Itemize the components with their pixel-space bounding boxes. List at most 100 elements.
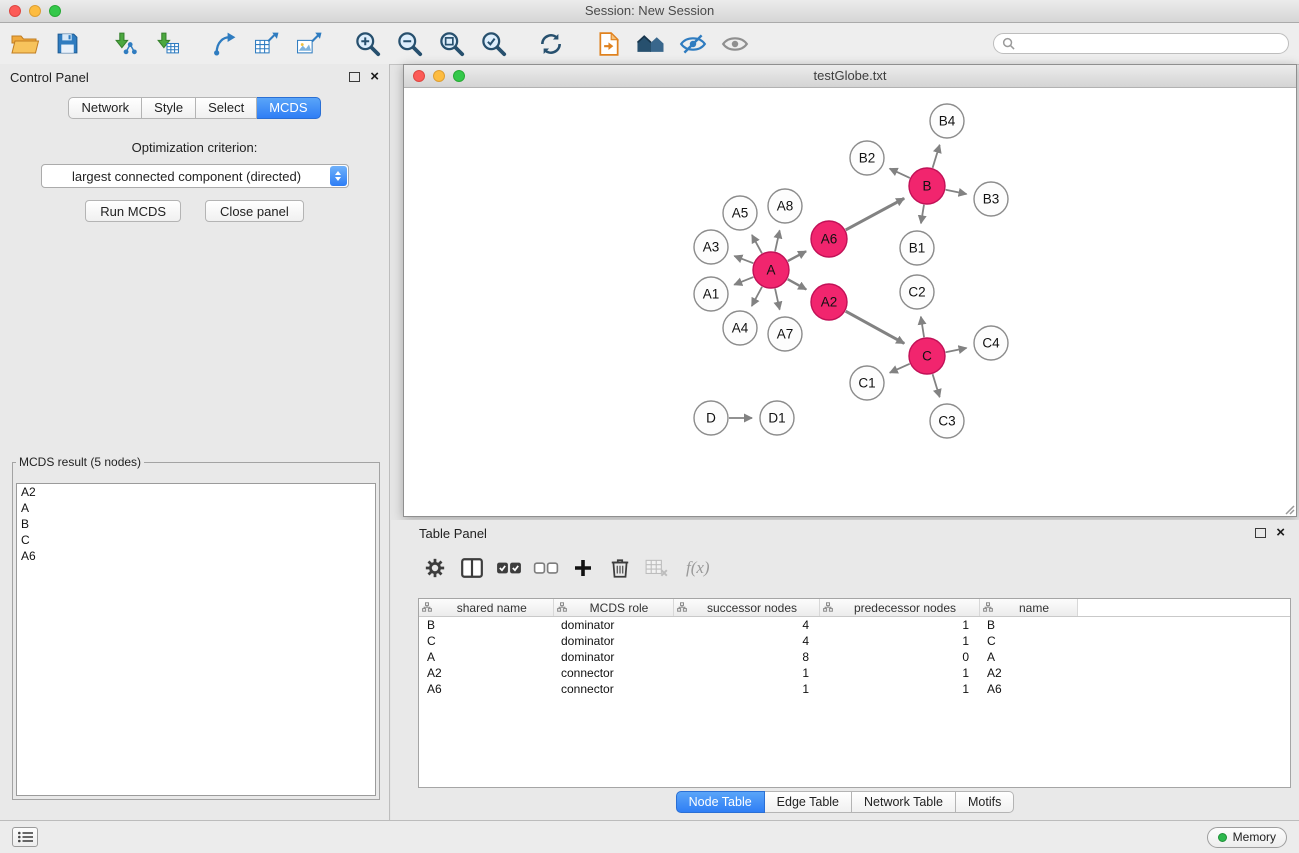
node-A1[interactable]: A1 [694, 277, 728, 311]
edge-A-A8[interactable] [775, 230, 780, 251]
show-columns-button[interactable] [458, 554, 486, 582]
table-cell[interactable]: connector [553, 665, 673, 681]
node-A3[interactable]: A3 [694, 230, 728, 264]
network-home-button[interactable] [634, 26, 668, 62]
table-cell[interactable]: 4 [673, 633, 819, 649]
mcds-result-list[interactable]: A2ABCA6 [16, 483, 376, 796]
node-C[interactable]: C [909, 338, 945, 374]
mcds-result-item[interactable]: B [17, 516, 375, 532]
mcds-result-item[interactable]: A2 [17, 484, 375, 500]
table-row[interactable]: A2connector11A2 [419, 665, 1290, 681]
deselect-all-button[interactable] [532, 554, 560, 582]
node-B2[interactable]: B2 [850, 141, 884, 175]
edge-C-C1[interactable] [890, 364, 910, 373]
resize-grip-icon[interactable] [1283, 503, 1295, 515]
memory-button[interactable]: Memory [1207, 827, 1287, 848]
float-table-panel-icon[interactable] [1255, 528, 1266, 538]
close-panel-icon[interactable]: × [370, 71, 379, 83]
import-table-button[interactable] [150, 26, 184, 62]
node-C2[interactable]: C2 [900, 275, 934, 309]
table-cell[interactable]: A2 [419, 665, 553, 681]
node-C1[interactable]: C1 [850, 366, 884, 400]
float-panel-icon[interactable] [349, 72, 360, 82]
export-network-button[interactable] [208, 26, 242, 62]
table-cell[interactable]: B [419, 617, 553, 634]
edge-C-C2[interactable] [921, 317, 924, 338]
mcds-result-item[interactable]: A [17, 500, 375, 516]
table-cell[interactable]: 1 [819, 681, 979, 697]
node-B3[interactable]: B3 [974, 182, 1008, 216]
table-tab-edge-table[interactable]: Edge Table [765, 791, 852, 813]
edge-A-A6[interactable] [788, 251, 806, 261]
mcds-result-item[interactable]: C [17, 532, 375, 548]
column-header-name[interactable]: name [979, 599, 1077, 617]
table-cell[interactable]: 8 [673, 649, 819, 665]
table-row[interactable]: A6connector11A6 [419, 681, 1290, 697]
node-A5[interactable]: A5 [723, 196, 757, 230]
refresh-layout-button[interactable] [534, 26, 568, 62]
table-cell[interactable]: dominator [553, 649, 673, 665]
delete-column-button[interactable] [606, 554, 634, 582]
table-cell[interactable]: 1 [819, 617, 979, 634]
search-input[interactable] [1020, 36, 1280, 52]
mcds-result-item[interactable]: A6 [17, 548, 375, 564]
zoom-selected-button[interactable] [476, 26, 510, 62]
add-column-button[interactable] [569, 554, 597, 582]
table-cell[interactable]: dominator [553, 617, 673, 634]
node-A8[interactable]: A8 [768, 189, 802, 223]
table-cell[interactable]: 0 [819, 649, 979, 665]
table-cell[interactable]: 1 [673, 665, 819, 681]
table-cell[interactable]: 1 [819, 665, 979, 681]
table-cell[interactable]: A2 [979, 665, 1077, 681]
node-C3[interactable]: C3 [930, 404, 964, 438]
table-settings-button[interactable] [421, 554, 449, 582]
node-A7[interactable]: A7 [768, 317, 802, 351]
table-cell[interactable]: 4 [673, 617, 819, 634]
table-cell[interactable]: B [979, 617, 1077, 634]
run-mcds-button[interactable]: Run MCDS [85, 200, 181, 222]
tab-select[interactable]: Select [196, 97, 257, 119]
node-D[interactable]: D [694, 401, 728, 435]
column-header-shared-name[interactable]: shared name [419, 599, 553, 617]
open-session-button[interactable] [8, 26, 42, 62]
tab-mcds[interactable]: MCDS [257, 97, 320, 119]
table-row[interactable]: Cdominator41C [419, 633, 1290, 649]
table-cell[interactable]: A6 [419, 681, 553, 697]
node-B1[interactable]: B1 [900, 231, 934, 265]
table-cell[interactable]: 1 [819, 633, 979, 649]
zoom-in-button[interactable] [350, 26, 384, 62]
edge-C-C3[interactable] [933, 374, 940, 397]
edge-A-A1[interactable] [734, 277, 753, 285]
table-cell[interactable]: A [419, 649, 553, 665]
node-table-grid[interactable]: shared nameMCDS rolesuccessor nodesprede… [419, 599, 1290, 697]
edge-A-A4[interactable] [752, 287, 762, 306]
export-table-button[interactable] [250, 26, 284, 62]
node-D1[interactable]: D1 [760, 401, 794, 435]
task-history-button[interactable] [12, 827, 38, 847]
edge-C-C4[interactable] [946, 348, 967, 352]
zoom-fit-button[interactable] [434, 26, 468, 62]
node-A[interactable]: A [753, 252, 789, 288]
import-network-button[interactable] [108, 26, 142, 62]
column-header-successor-nodes[interactable]: successor nodes [673, 599, 819, 617]
table-row[interactable]: Adominator80A [419, 649, 1290, 665]
column-header-predecessor-nodes[interactable]: predecessor nodes [819, 599, 979, 617]
close-table-panel-icon[interactable]: × [1276, 527, 1285, 539]
edge-A-A5[interactable] [752, 235, 762, 253]
table-cell[interactable]: A [979, 649, 1077, 665]
hide-view-button[interactable] [676, 26, 710, 62]
edge-A-A2[interactable] [788, 279, 807, 289]
edge-B-B1[interactable] [921, 205, 924, 224]
table-cell[interactable]: C [979, 633, 1077, 649]
show-view-button[interactable] [718, 26, 752, 62]
table-row[interactable]: Bdominator41B [419, 617, 1290, 634]
tab-network[interactable]: Network [68, 97, 142, 119]
node-A2[interactable]: A2 [811, 284, 847, 320]
table-cell[interactable]: connector [553, 681, 673, 697]
node-A6[interactable]: A6 [811, 221, 847, 257]
edge-B-B2[interactable] [890, 169, 910, 178]
node-B4[interactable]: B4 [930, 104, 964, 138]
table-tab-motifs[interactable]: Motifs [956, 791, 1014, 813]
node-C4[interactable]: C4 [974, 326, 1008, 360]
edge-A6-B[interactable] [846, 198, 904, 230]
